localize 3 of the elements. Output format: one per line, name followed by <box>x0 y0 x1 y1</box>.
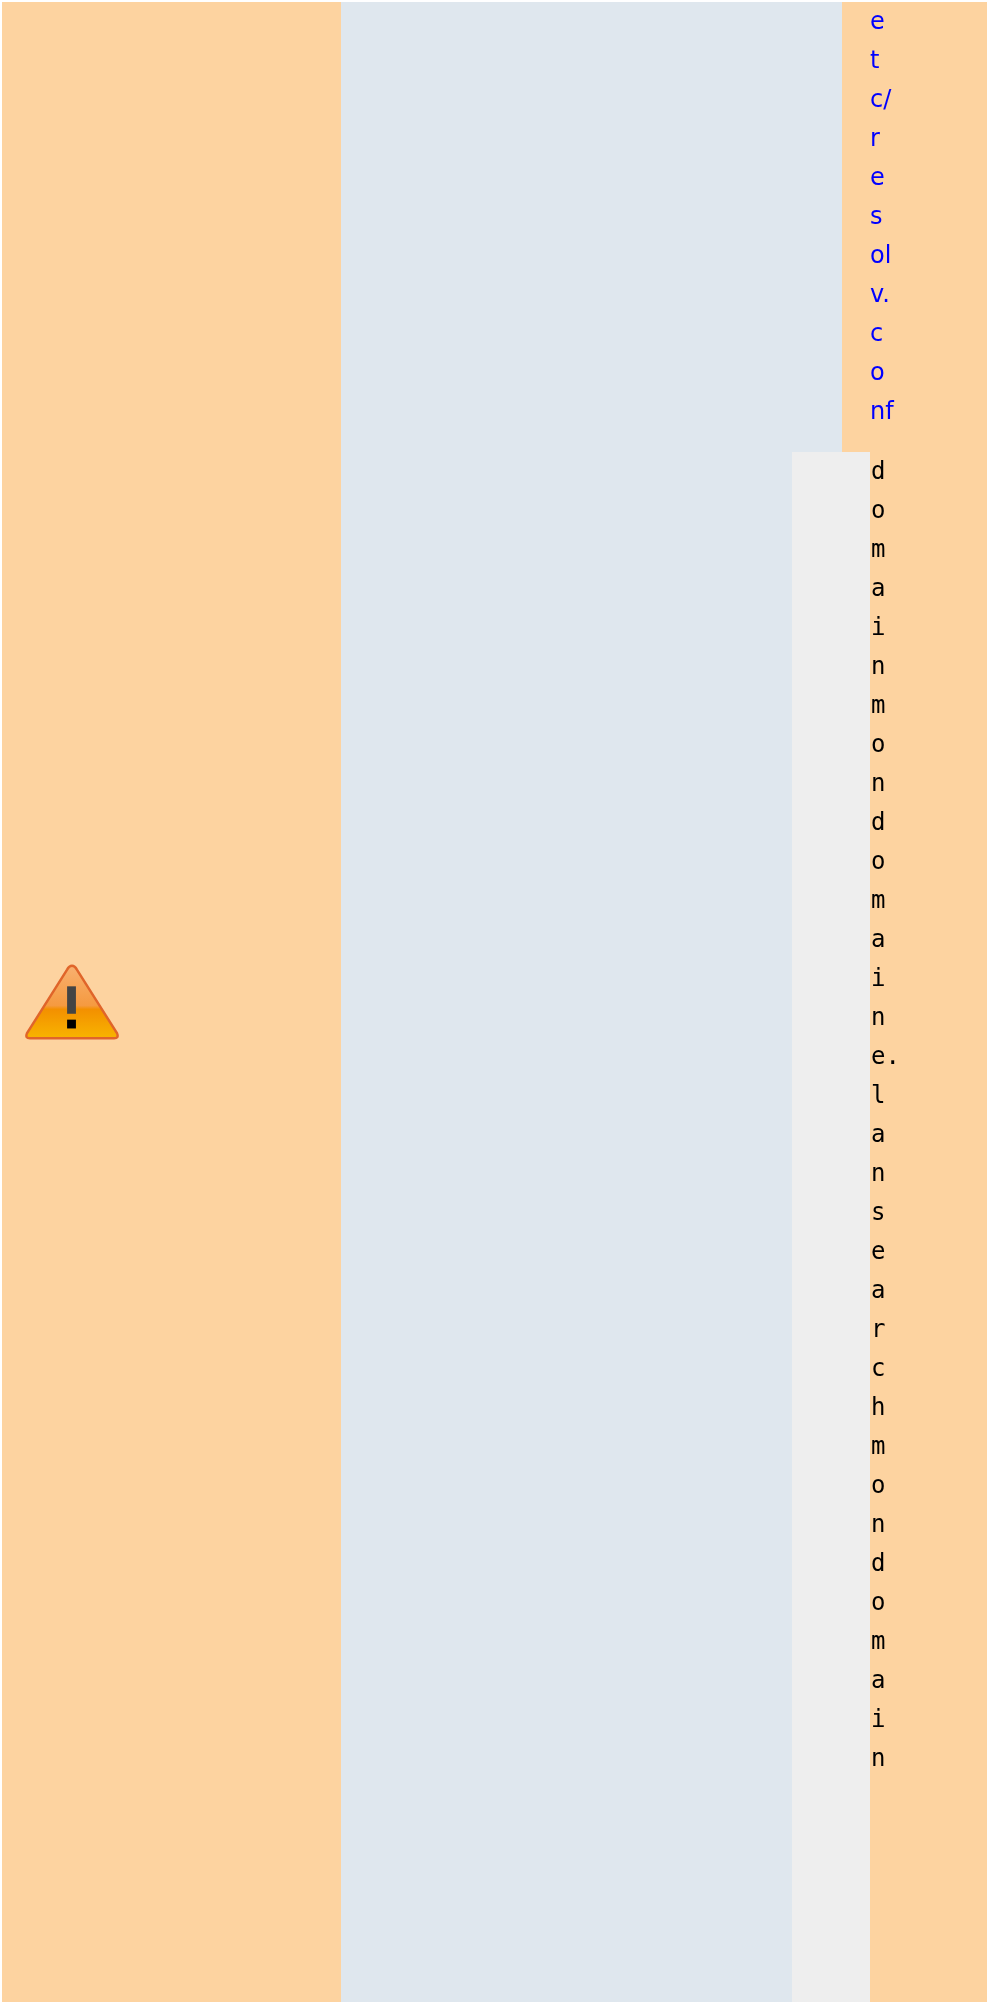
file-link[interactable]: etc/resolv.conf <box>870 2 894 431</box>
warning-icon <box>23 962 121 1042</box>
code-text: domainmondomaine.lansearchmondomain <box>871 456 895 1774</box>
